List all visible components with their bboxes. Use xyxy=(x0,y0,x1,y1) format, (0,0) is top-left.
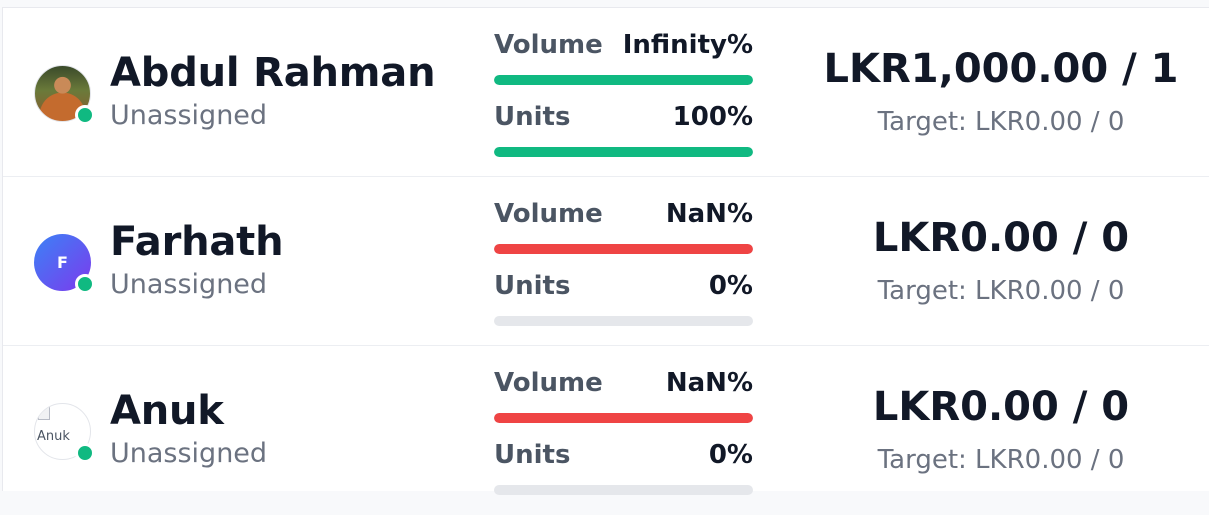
volume-progress-bar xyxy=(494,413,753,423)
online-status-dot xyxy=(75,105,95,125)
member-name: Anuk xyxy=(110,388,224,434)
units-percent: 0% xyxy=(708,271,753,301)
volume-progress-fill xyxy=(494,413,753,423)
sales-total: LKR0.00 / 0 xyxy=(872,215,1130,261)
member-role: Unassigned xyxy=(110,438,268,469)
units-label: Units xyxy=(494,440,571,470)
list-item[interactable]: F Farhath Unassigned Volume NaN% Units 0… xyxy=(3,177,1209,346)
units-progress-bar xyxy=(494,147,753,157)
volume-progress-bar xyxy=(494,244,753,254)
units-percent: 0% xyxy=(708,440,753,470)
volume-percent: NaN% xyxy=(665,368,753,398)
member-role: Unassigned xyxy=(110,100,268,131)
broken-image-icon xyxy=(38,406,50,420)
volume-label: Volume xyxy=(494,368,603,398)
units-label: Units xyxy=(494,102,571,132)
list-item[interactable]: Anuk Anuk Unassigned Volume NaN% Units 0… xyxy=(3,346,1209,515)
avatar-alt-text: Anuk xyxy=(37,429,70,444)
volume-label: Volume xyxy=(494,30,603,60)
units-progress-fill xyxy=(494,147,753,157)
units-progress-bar xyxy=(494,316,753,326)
sales-total: LKR0.00 / 0 xyxy=(872,384,1130,430)
volume-label: Volume xyxy=(494,199,603,229)
sales-target: Target: LKR0.00 / 0 xyxy=(877,276,1125,306)
sales-target: Target: LKR0.00 / 0 xyxy=(877,107,1125,137)
units-label: Units xyxy=(494,271,571,301)
volume-percent: NaN% xyxy=(665,199,753,229)
list-item[interactable]: Abdul Rahman Unassigned Volume Infinity%… xyxy=(3,8,1209,177)
sales-total: LKR1,000.00 / 1 xyxy=(823,46,1179,92)
online-status-dot xyxy=(75,274,95,294)
sales-target: Target: LKR0.00 / 0 xyxy=(877,445,1125,475)
volume-percent: Infinity% xyxy=(622,30,753,60)
volume-progress-fill xyxy=(494,75,753,85)
volume-progress-fill xyxy=(494,244,753,254)
member-role: Unassigned xyxy=(110,269,268,300)
volume-progress-bar xyxy=(494,75,753,85)
team-performance-list: Abdul Rahman Unassigned Volume Infinity%… xyxy=(2,7,1209,495)
member-name: Farhath xyxy=(110,219,284,265)
online-status-dot xyxy=(75,443,95,463)
units-percent: 100% xyxy=(672,102,753,132)
member-name: Abdul Rahman xyxy=(110,50,436,96)
units-progress-bar xyxy=(494,485,753,495)
